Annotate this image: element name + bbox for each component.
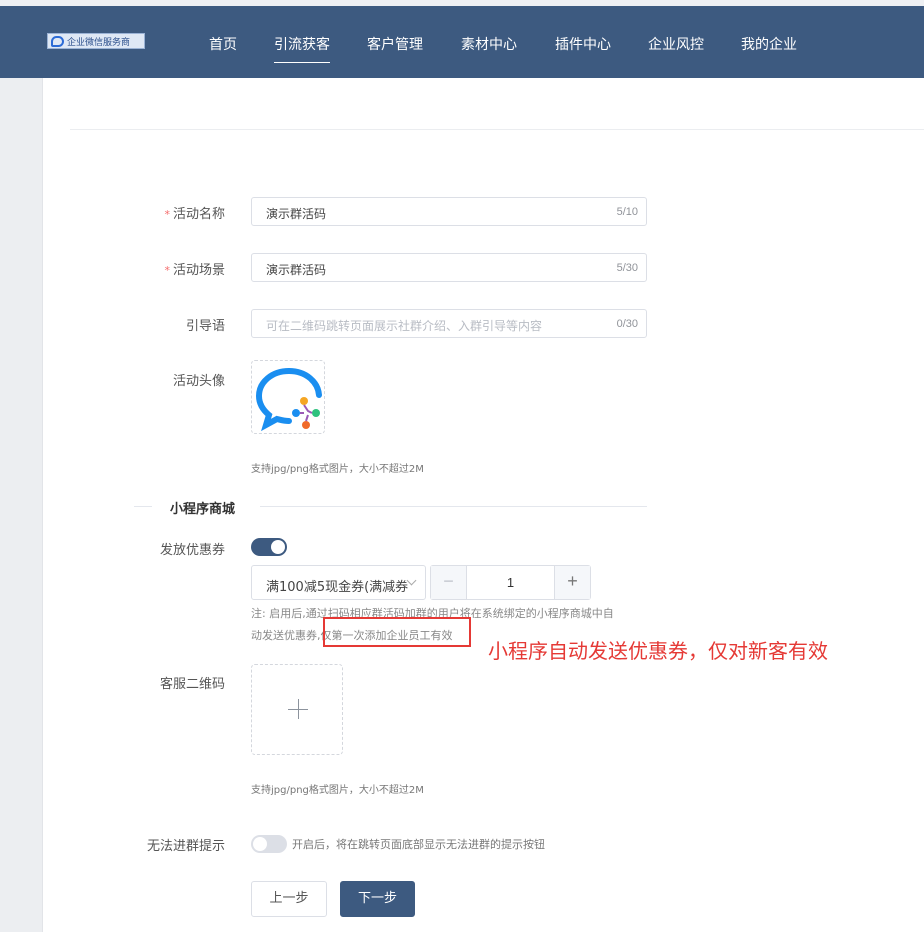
activity-name-label: * 活动名称	[164, 207, 225, 222]
nav-my-company[interactable]: 我的企业	[741, 34, 797, 54]
nav-home[interactable]: 首页	[209, 34, 237, 54]
char-count: 0/30	[616, 318, 638, 330]
activity-name-input[interactable]: 演示群活码 5/10	[251, 197, 647, 226]
section-divider-right	[260, 506, 647, 507]
no-join-tip-text: 开启后，将在跳转页面底部显示无法进群的提示按钮	[292, 838, 545, 851]
nav-materials[interactable]: 素材中心	[461, 34, 517, 54]
section-title: 小程序商城	[170, 502, 236, 517]
coupon-toggle[interactable]	[251, 538, 287, 556]
char-count: 5/10	[616, 206, 638, 218]
nav-risk-control[interactable]: 企业风控	[648, 34, 704, 54]
nav-customers[interactable]: 客户管理	[367, 34, 423, 54]
annotation-highlight-box	[323, 617, 471, 647]
avatar-hint: 支持jpg/png格式图片，大小不超过2M	[251, 464, 424, 475]
chat-bubble-icon	[51, 35, 64, 47]
activity-scene-input[interactable]: 演示群活码 5/30	[251, 253, 647, 282]
toggle-knob	[271, 540, 285, 554]
activity-scene-label: * 活动场景	[164, 263, 225, 278]
coupon-label: 发放优惠券	[159, 543, 225, 558]
annotation-text: 小程序自动发送优惠券，仅对新客有效	[488, 639, 828, 663]
service-qr-label: 客服二维码	[159, 677, 225, 692]
nav-plugins[interactable]: 插件中心	[555, 34, 611, 54]
no-join-tip-label: 无法进群提示	[146, 839, 225, 854]
minus-button[interactable]: −	[431, 566, 467, 599]
required-mark: *	[164, 208, 170, 221]
wecom-logo-icon	[255, 368, 322, 432]
avatar-label: 活动头像	[172, 374, 225, 389]
plus-icon-vertical	[298, 699, 299, 719]
prev-step-button[interactable]: 上一步	[251, 881, 327, 917]
brand-logo[interactable]: 企业微信服务商	[47, 33, 145, 49]
avatar-upload[interactable]	[251, 360, 325, 434]
activity-scene-value: 演示群活码	[266, 263, 327, 277]
plus-button[interactable]: +	[554, 566, 590, 599]
guide-text-placeholder: 可在二维码跳转页面展示社群介绍、入群引导等内容	[266, 319, 543, 333]
char-count: 5/30	[616, 262, 638, 274]
section-divider-left	[134, 506, 152, 507]
activity-name-value: 演示群活码	[266, 207, 327, 221]
coupon-select-value: 满100减5现金券(满减券	[266, 580, 409, 595]
required-mark: *	[164, 264, 170, 277]
guide-text-input[interactable]: 可在二维码跳转页面展示社群介绍、入群引导等内容 0/30	[251, 309, 647, 338]
qr-hint: 支持jpg/png格式图片，大小不超过2M	[251, 785, 424, 796]
divider	[70, 129, 924, 130]
nav-traffic[interactable]: 引流获客	[274, 34, 330, 63]
qr-upload[interactable]	[251, 664, 343, 755]
no-join-tip-toggle[interactable]	[251, 835, 287, 853]
guide-text-label: 引导语	[185, 319, 225, 334]
quantity-value[interactable]: 1	[467, 575, 554, 590]
top-nav-bar: 企业微信服务商 首页 引流获客 客户管理 素材中心 插件中心 企业风控 我的企业	[0, 0, 924, 78]
coupon-select[interactable]: 满100减5现金券(满减券	[251, 565, 426, 600]
next-step-button[interactable]: 下一步	[340, 881, 415, 917]
toggle-knob	[253, 837, 267, 851]
quantity-stepper[interactable]: − 1 +	[430, 565, 591, 600]
logo-text: 企业微信服务商	[67, 37, 131, 48]
